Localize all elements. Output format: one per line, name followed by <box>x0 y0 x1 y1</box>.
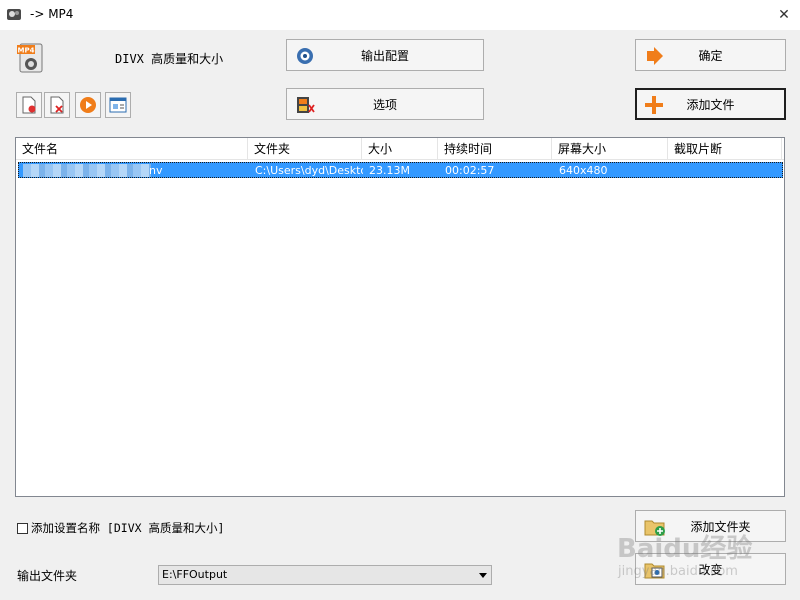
add-setting-name-label: 添加设置名称 [DIVX 高质量和大小] <box>31 521 225 535</box>
change-button[interactable]: 改变 <box>635 553 786 585</box>
info-button[interactable] <box>105 92 131 118</box>
new-file-icon <box>22 96 36 114</box>
add-folder-label: 添加文件夹 <box>690 519 751 534</box>
mp4-file-icon: MP4 <box>17 43 43 73</box>
ok-button[interactable]: 确定 <box>635 39 786 71</box>
list-header: 文件名 文件夹 大小 持续时间 屏幕大小 截取片断 <box>16 138 784 160</box>
add-folder-button[interactable]: 添加文件夹 <box>635 510 786 542</box>
add-setting-name-option[interactable]: 添加设置名称 [DIVX 高质量和大小] <box>17 520 224 536</box>
output-config-button[interactable]: 输出配置 <box>286 39 484 71</box>
column-header-folder[interactable]: 文件夹 <box>248 138 362 160</box>
info-window-icon <box>109 97 127 113</box>
play-button[interactable] <box>75 92 101 118</box>
cell-filename: nv <box>19 163 249 179</box>
chevron-down-icon <box>479 573 487 578</box>
add-file-label: 添加文件 <box>686 97 735 112</box>
column-header-screen-size[interactable]: 屏幕大小 <box>552 138 668 160</box>
output-config-label: 输出配置 <box>360 48 409 63</box>
add-folder-icon <box>644 520 665 536</box>
cell-clip <box>669 163 783 179</box>
add-file-button[interactable]: 添加文件 <box>635 88 786 120</box>
options-label: 选项 <box>372 97 397 112</box>
file-list[interactable]: 文件名 文件夹 大小 持续时间 屏幕大小 截取片断 nv C:\Users\dy… <box>15 137 785 497</box>
options-film-icon <box>297 97 315 113</box>
cell-duration: 00:02:57 <box>445 164 495 177</box>
table-row[interactable]: nv C:\Users\dyd\Desktop 23.13M 00:02:57 … <box>18 162 783 178</box>
profile-name: DIVX 高质量和大小 <box>115 52 224 66</box>
title-bar: -> MP4 ✕ <box>0 0 800 30</box>
remove-file-button[interactable] <box>44 92 70 118</box>
options-button[interactable]: 选项 <box>286 88 484 120</box>
ok-label: 确定 <box>698 48 723 63</box>
column-header-duration[interactable]: 持续时间 <box>438 138 552 160</box>
mp4-badge-text: MP4 <box>18 47 35 55</box>
output-config-icon <box>297 48 313 64</box>
new-file-button[interactable] <box>16 92 42 118</box>
window-title: -> MP4 <box>30 7 74 21</box>
ok-arrow-icon <box>647 47 663 65</box>
cell-folder: C:\Users\dyd\Desktop <box>255 164 363 177</box>
close-button[interactable]: ✕ <box>768 0 800 30</box>
change-label: 改变 <box>698 562 723 577</box>
output-folder-label: 输出文件夹 <box>17 569 78 583</box>
output-folder-value: E:\FFOutput <box>162 568 228 581</box>
column-header-filename[interactable]: 文件名 <box>16 138 248 160</box>
redacted-filename <box>23 164 151 177</box>
filename-suffix: nv <box>149 164 163 177</box>
add-setting-name-checkbox[interactable] <box>17 522 28 534</box>
play-icon <box>80 97 96 113</box>
output-folder-select[interactable]: E:\FFOutput <box>158 565 492 585</box>
column-header-size[interactable]: 大小 <box>362 138 438 160</box>
change-folder-icon <box>644 563 665 579</box>
column-header-clip[interactable]: 截取片断 <box>668 138 782 160</box>
cell-screen-size: 640x480 <box>559 164 608 177</box>
cell-size: 23.13M <box>369 164 410 177</box>
add-plus-icon <box>645 96 663 114</box>
app-icon <box>7 9 21 20</box>
close-icon: ✕ <box>778 7 790 23</box>
remove-file-icon <box>50 96 64 114</box>
